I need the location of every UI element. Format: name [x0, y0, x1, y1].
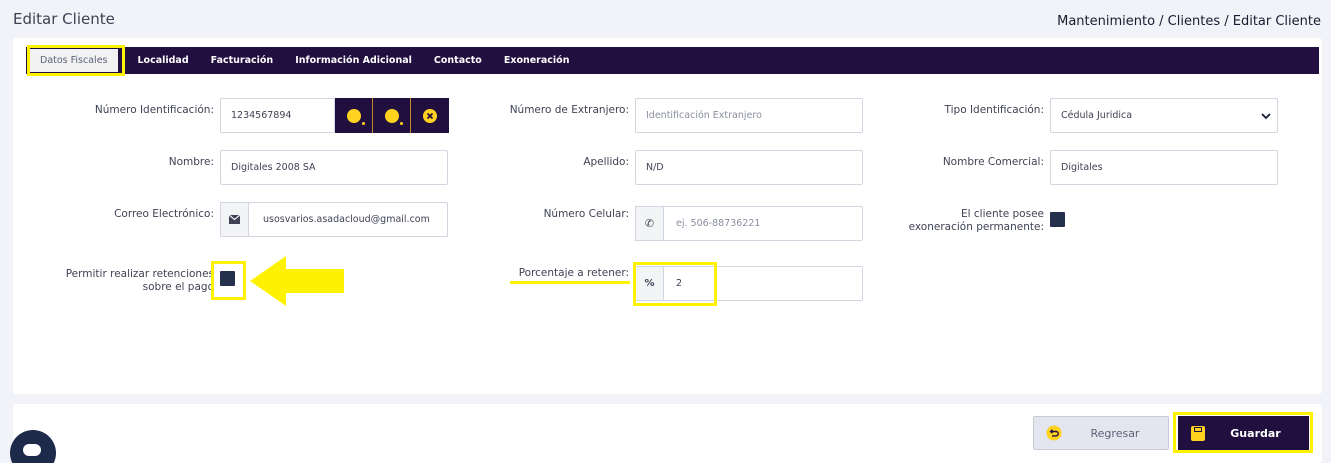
celular-input[interactable]: ej. 506-88736221 — [663, 206, 863, 241]
tab-informacion-adicional[interactable]: Información Adicional — [284, 47, 423, 74]
tipo-identificacion-select[interactable]: Cédula Juridica — [1050, 98, 1278, 133]
tipo-identificacion-value: Cédula Juridica — [1061, 110, 1133, 121]
tab-highlight — [27, 45, 125, 76]
email-addon — [220, 202, 249, 237]
porcentaje-label: Porcentaje a retener: — [518, 267, 629, 279]
porcentaje-underline — [510, 281, 630, 284]
retenciones-highlight — [211, 261, 246, 300]
undo-icon — [1046, 425, 1062, 441]
exoneracion-permanente-line2: exoneración permanente: — [908, 221, 1044, 233]
apellido-label: Apellido: — [583, 156, 629, 168]
save-highlight — [1173, 412, 1313, 453]
tab-facturacion[interactable]: Facturación — [200, 47, 285, 74]
apellido-input[interactable]: N/D — [635, 150, 863, 185]
nombre-comercial-label: Nombre Comercial: — [942, 156, 1044, 168]
page-title: Editar Cliente — [13, 10, 115, 28]
phone-addon: ✆ — [635, 206, 664, 241]
envelope-icon — [229, 215, 240, 224]
nombre-label: Nombre: — [168, 156, 214, 168]
phone-icon: ✆ — [644, 217, 655, 230]
exoneracion-permanente-label: El cliente posee exoneración permanente: — [909, 208, 1044, 234]
back-button[interactable]: Regresar — [1033, 416, 1169, 450]
retenciones-label: Permitir realizar retenciones sobre el p… — [66, 268, 214, 294]
search-button-1[interactable] — [335, 98, 373, 133]
celular-label: Número Celular: — [543, 208, 629, 220]
arrow-left-icon — [250, 256, 344, 306]
numero-extranjero-label: Número de Extranjero: — [509, 104, 629, 116]
back-button-label: Regresar — [1090, 426, 1140, 440]
chevron-down-icon — [1261, 112, 1271, 119]
correo-input[interactable]: usosvarios.asadacloud@gmail.com — [248, 202, 448, 237]
nombre-comercial-input[interactable]: Digitales — [1050, 150, 1278, 185]
exoneracion-permanente-line1: El cliente posee — [960, 208, 1044, 220]
tab-bar: Datos Fiscales Localidad Facturación Inf… — [26, 47, 1319, 74]
search-icon — [346, 108, 365, 125]
form-card: Datos Fiscales Localidad Facturación Inf… — [13, 38, 1322, 394]
correo-label: Correo Electrónico: — [114, 208, 214, 220]
tab-contacto[interactable]: Contacto — [423, 47, 493, 74]
numero-extranjero-input[interactable]: Identificación Extranjero — [635, 98, 863, 133]
tab-exoneracion[interactable]: Exoneración — [493, 47, 581, 74]
tab-localidad[interactable]: Localidad — [126, 47, 199, 74]
clear-button[interactable] — [411, 98, 449, 133]
numero-identificacion-label: Número Identificación: — [94, 104, 214, 116]
retenciones-line2: sobre el pago — [142, 281, 214, 293]
breadcrumb: Mantenimiento / Clientes / Editar Client… — [1057, 14, 1321, 29]
search-button-2[interactable] — [373, 98, 411, 133]
close-circle-icon — [423, 108, 437, 123]
tipo-identificacion-label: Tipo Identificación: — [944, 104, 1044, 116]
search-icon — [384, 108, 403, 125]
nombre-input[interactable]: Digitales 2008 SA — [220, 150, 448, 185]
numero-identificacion-input[interactable]: 1234567894 — [220, 98, 335, 133]
exoneracion-permanente-checkbox[interactable] — [1050, 212, 1065, 227]
porcentaje-highlight — [633, 262, 717, 306]
retenciones-line1: Permitir realizar retenciones — [65, 268, 214, 280]
